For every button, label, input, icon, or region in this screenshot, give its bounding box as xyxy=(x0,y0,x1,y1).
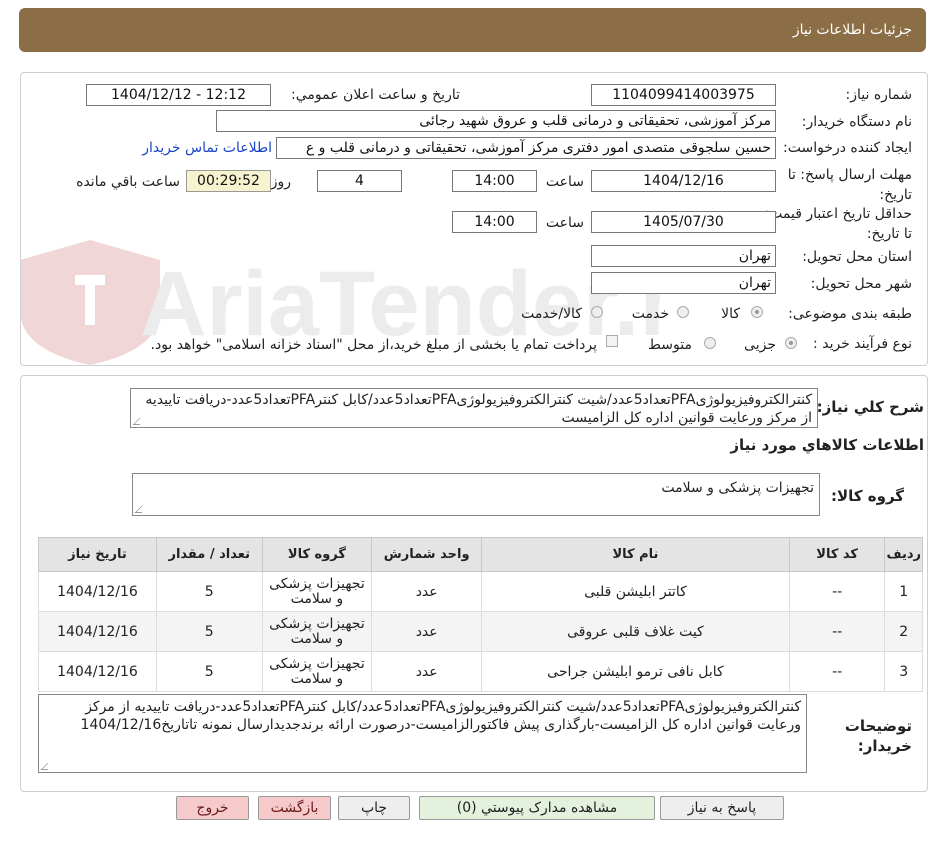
page-header: جزئیات اطلاعات نیاز xyxy=(19,8,926,52)
category-label: طبقه بندی موضوعی: xyxy=(788,306,912,322)
category-option-goods-service: کالا/خدمت xyxy=(521,306,582,322)
table-row: 2 -- کیت غلاف قلبی عروقی عدد تجهیزات پزش… xyxy=(38,611,923,652)
category-option-goods: کالا xyxy=(721,306,740,322)
cell-goods-group: تجهیزات پزشکی و سلامت xyxy=(261,651,373,692)
province-label: استان محل تحویل: xyxy=(802,249,912,265)
remaining-label: ساعت باقي مانده xyxy=(76,174,180,190)
cell-goods-name: کیت غلاف قلبی عروقی xyxy=(481,611,790,652)
treasury-note: پرداخت تمام یا بخشی از مبلغ خرید،از محل … xyxy=(150,337,597,353)
col-header-need-date: تاریخ نیاز xyxy=(38,537,157,572)
summary-label: شرح کلي نیاز: xyxy=(816,398,924,416)
cell-need-date: 1404/12/16 xyxy=(38,611,157,652)
cell-unit: عدد xyxy=(371,571,483,612)
summary-textarea[interactable]: کنترالکتروفیزیولوژیPFAتعداد5عدد/شیت کنتر… xyxy=(130,388,818,428)
cell-goods-code: -- xyxy=(788,571,886,612)
cell-row-number: 2 xyxy=(884,611,923,652)
cell-row-number: 3 xyxy=(884,651,923,692)
deadline-label: مهلت ارسال پاسخ: تا تاریخ: xyxy=(787,167,912,203)
treasury-checkbox[interactable] xyxy=(606,335,618,347)
cell-row-number: 1 xyxy=(884,571,923,612)
purchase-radio-medium[interactable] xyxy=(704,337,716,349)
goods-group-label: گروه کالا: xyxy=(831,487,904,505)
requester-label: ایجاد کننده درخواست: xyxy=(783,140,912,156)
cell-unit: عدد xyxy=(371,611,483,652)
category-option-service: خدمت xyxy=(631,306,669,322)
deadline-date-field: 1404/12/16 xyxy=(591,170,776,192)
cell-goods-group: تجهیزات پزشکی و سلامت xyxy=(261,571,373,612)
category-radio-service[interactable] xyxy=(677,306,689,318)
province-field: تهران xyxy=(591,245,776,267)
cell-quantity: 5 xyxy=(155,651,263,692)
purchase-option-medium: متوسط xyxy=(648,337,692,353)
buyer-contact-link[interactable]: اطلاعات تماس خریدار xyxy=(142,140,272,156)
purchase-option-minor: جزیی xyxy=(744,337,776,353)
attachments-button[interactable]: مشاهده مدارک پیوستي (0) xyxy=(419,796,655,820)
cell-goods-name: کاتتر ابلیشن قلبی xyxy=(481,571,790,612)
announce-field: 1404/12/12 - 12:12 xyxy=(86,84,271,106)
table-row: 1 -- کاتتر ابلیشن قلبی عدد تجهیزات پزشکی… xyxy=(38,571,923,612)
cell-quantity: 5 xyxy=(155,571,263,612)
deadline-time-field: 14:00 xyxy=(452,170,537,192)
col-header-goods-name: نام کالا xyxy=(481,537,790,572)
col-header-goods-code: کد کالا xyxy=(788,537,886,572)
days-field: 4 xyxy=(317,170,402,192)
items-table: ردیف کد کالا نام کالا واحد شمارش گروه کا… xyxy=(38,537,923,692)
print-button[interactable]: چاپ xyxy=(338,796,410,820)
cell-quantity: 5 xyxy=(155,611,263,652)
cell-goods-group: تجهیزات پزشکی و سلامت xyxy=(261,611,373,652)
validity-date-field: 1405/07/30 xyxy=(591,211,776,233)
back-button[interactable]: بازگشت xyxy=(258,796,331,820)
requester-field: حسین سلجوقی متصدی امور دفتری مرکز آموزشی… xyxy=(276,137,776,159)
remaining-time-field: 00:29:52 xyxy=(186,170,271,192)
announce-label: تاریخ و ساعت اعلان عمومي: xyxy=(291,87,460,103)
cell-goods-code: -- xyxy=(788,611,886,652)
buyer-org-label: نام دستگاه خریدار: xyxy=(801,114,912,130)
validity-label: حداقل تاریخ اعتبار قیمت: تا تاریخ: xyxy=(764,206,912,242)
city-field: تهران xyxy=(591,272,776,294)
table-header-row: ردیف کد کالا نام کالا واحد شمارش گروه کا… xyxy=(38,537,923,572)
category-radio-goods[interactable] xyxy=(751,306,763,318)
purchase-radio-minor[interactable] xyxy=(785,337,797,349)
exit-button[interactable]: خروج xyxy=(176,796,249,820)
buyer-org-field: مرکز آموزشی، تحقیقاتی و درمانی قلب و عرو… xyxy=(216,110,776,132)
reply-button[interactable]: پاسخ به نیاز xyxy=(660,796,784,820)
deadline-time-label: ساعت xyxy=(545,174,584,190)
table-row: 3 -- کابل نافی ترمو ابلیشن جراحی عدد تجه… xyxy=(38,651,923,692)
need-number-field: 1104099414003975 xyxy=(591,84,776,106)
col-header-goods-group: گروه کالا xyxy=(261,537,373,572)
buyer-notes-textarea[interactable]: کنترالکتروفیزیولوژیPFAتعداد5عدد/شیت کنتر… xyxy=(38,694,807,773)
cell-unit: عدد xyxy=(371,651,483,692)
cell-need-date: 1404/12/16 xyxy=(38,571,157,612)
cell-goods-code: -- xyxy=(788,651,886,692)
col-header-unit: واحد شمارش xyxy=(371,537,483,572)
buyer-notes-label: توضیحات خریدار: xyxy=(844,717,912,755)
col-header-quantity: تعداد / مقدار xyxy=(155,537,263,572)
validity-time-label: ساعت xyxy=(545,215,584,231)
items-section-title: اطلاعات کالاهاي مورد نیاز xyxy=(730,436,924,454)
cell-goods-name: کابل نافی ترمو ابلیشن جراحی xyxy=(481,651,790,692)
cell-need-date: 1404/12/16 xyxy=(38,651,157,692)
col-header-row-number: ردیف xyxy=(884,537,923,572)
goods-group-textarea[interactable]: تجهیزات پزشکی و سلامت xyxy=(132,473,820,516)
validity-time-field: 14:00 xyxy=(452,211,537,233)
page-title: جزئیات اطلاعات نیاز xyxy=(792,22,912,38)
category-radio-goods-service[interactable] xyxy=(591,306,603,318)
need-number-label: شماره نیاز: xyxy=(845,87,913,103)
city-label: شهر محل تحویل: xyxy=(810,276,912,292)
purchase-type-label: نوع فرآیند خرید : xyxy=(813,336,912,352)
